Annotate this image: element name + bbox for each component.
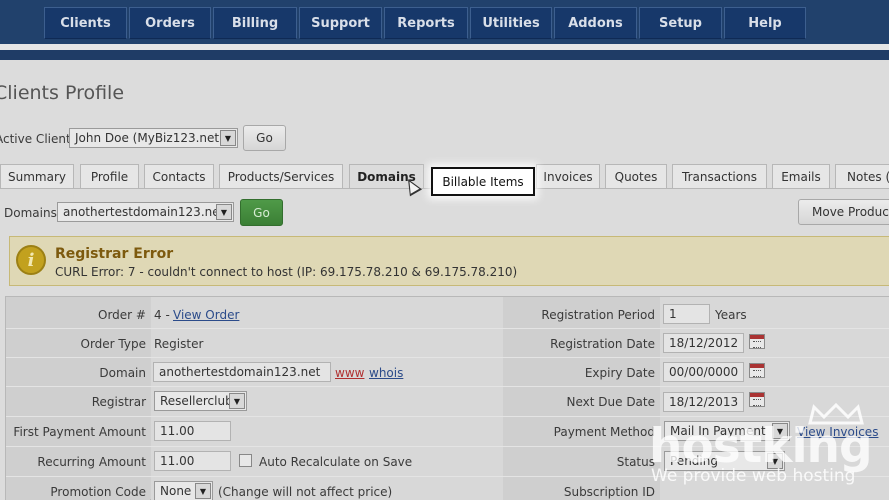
tab-notes[interactable]: Notes ( (835, 164, 889, 188)
registration-date-label: Registration Date (550, 337, 655, 351)
row-divider (6, 357, 889, 358)
subscription-id-label: Subscription ID (563, 485, 655, 499)
recurring-amount-label: Recurring Amount (37, 455, 146, 469)
whois-link[interactable]: whois (369, 366, 403, 380)
chevron-down-icon: ▼ (220, 130, 236, 146)
www-link[interactable]: www (335, 366, 364, 380)
billable-items-button[interactable]: Billable Items (431, 167, 535, 196)
payment-method-label: Payment Method (553, 425, 655, 439)
tab-transactions[interactable]: Transactions (672, 164, 767, 188)
nav-reports[interactable]: Reports (384, 7, 468, 39)
registrar-label: Registrar (91, 395, 146, 409)
tab-profile[interactable]: Profile (80, 164, 139, 188)
next-due-date-input[interactable]: 18/12/2013 (663, 392, 744, 412)
watermark-tagline: We provide web hosting (651, 466, 856, 486)
domains-label: Domains: (4, 206, 61, 220)
auto-recalculate-label: Auto Recalculate on Save (259, 455, 413, 469)
nav-support[interactable]: Support (299, 7, 382, 39)
auto-recalculate-checkbox[interactable] (239, 454, 252, 467)
order-number-value: 4 - (154, 308, 170, 322)
tab-contacts[interactable]: Contacts (144, 164, 214, 188)
domain-go-button[interactable]: Go (240, 199, 283, 226)
calendar-icon[interactable] (749, 363, 765, 378)
chevron-down-icon: ▼ (216, 204, 232, 220)
move-product-button[interactable]: Move Product (798, 199, 889, 225)
registration-period-input[interactable]: 1 (663, 304, 710, 324)
nav-utilities[interactable]: Utilities (470, 7, 552, 39)
recurring-amount-input[interactable]: 11.00 (154, 451, 231, 471)
registration-date-input[interactable]: 18/12/2012 (663, 333, 744, 353)
domain-select-value: anothertestdomain123.net (63, 205, 225, 219)
tab-summary[interactable]: Summary (0, 164, 74, 188)
nav-clients[interactable]: Clients (44, 7, 127, 39)
row-divider (6, 386, 889, 387)
tab-products-services[interactable]: Products/Services (219, 164, 343, 188)
first-payment-label: First Payment Amount (13, 425, 146, 439)
order-type-label: Order Type (80, 337, 146, 351)
promotion-code-value: None (160, 484, 192, 498)
domain-input[interactable]: anothertestdomain123.net (153, 362, 331, 382)
first-payment-input[interactable]: 11.00 (154, 421, 231, 441)
registration-period-unit: Years (715, 308, 747, 322)
chevron-down-icon: ▼ (229, 393, 245, 409)
domain-label: Domain (99, 366, 146, 380)
page-title: Clients Profile (0, 82, 125, 104)
promotion-code-select[interactable]: None ▼ (154, 481, 213, 500)
registrar-select[interactable]: Resellerclub ▼ (154, 391, 247, 411)
registration-period-label: Registration Period (541, 308, 655, 322)
order-type-value: Register (154, 337, 204, 351)
row-divider (6, 416, 889, 417)
nav-divider-dark (0, 50, 889, 60)
nav-help[interactable]: Help (724, 7, 806, 39)
row-divider (6, 328, 889, 329)
error-title: Registrar Error (55, 246, 174, 262)
expiry-date-input[interactable]: 00/00/0000 (663, 362, 744, 382)
order-number-label: Order # (98, 308, 146, 322)
expiry-date-label: Expiry Date (584, 366, 655, 380)
next-due-date-label: Next Due Date (566, 395, 656, 409)
nav-setup[interactable]: Setup (639, 7, 722, 39)
calendar-icon[interactable] (749, 392, 765, 407)
calendar-icon[interactable] (749, 334, 765, 349)
active-client-go-button[interactable]: Go (243, 125, 286, 151)
domain-select[interactable]: anothertestdomain123.net ▼ (57, 202, 234, 222)
active-client-label: Active Client: (0, 132, 75, 146)
nav-billing[interactable]: Billing (213, 7, 297, 39)
chevron-down-icon: ▼ (195, 483, 211, 499)
view-order-link[interactable]: View Order (173, 308, 239, 322)
tab-invoices[interactable]: Invoices (536, 164, 600, 188)
nav-orders[interactable]: Orders (129, 7, 211, 39)
tab-emails[interactable]: Emails (772, 164, 830, 188)
info-icon: i (16, 245, 46, 275)
nav-addons[interactable]: Addons (554, 7, 637, 39)
registrar-select-value: Resellerclub (160, 394, 233, 408)
active-client-select[interactable]: John Doe (MyBiz123.net) ▼ (69, 128, 238, 148)
tab-quotes[interactable]: Quotes (605, 164, 667, 188)
promotion-code-note: (Change will not affect price) (218, 485, 393, 499)
promotion-code-label: Promotion Code (50, 485, 146, 499)
error-message: CURL Error: 7 - couldn't connect to host… (55, 265, 518, 279)
active-client-value: John Doe (MyBiz123.net) (75, 131, 224, 145)
